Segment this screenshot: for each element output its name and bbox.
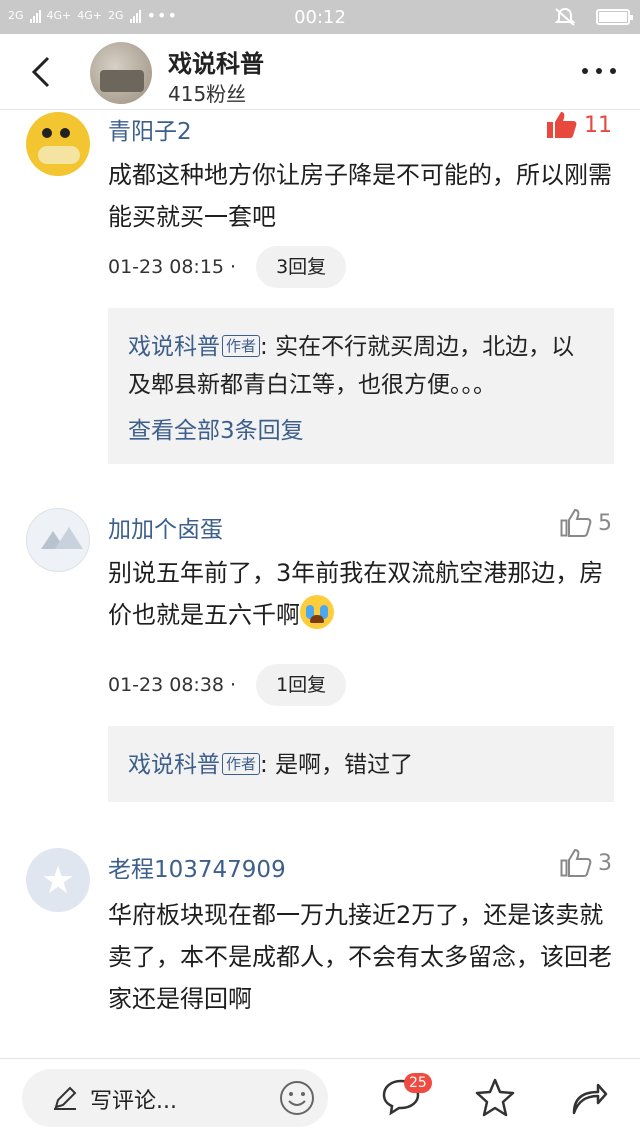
like-button[interactable]: 3	[560, 848, 612, 878]
battery-icon	[596, 9, 633, 25]
user-avatar[interactable]	[26, 508, 90, 572]
author-avatar[interactable]	[90, 42, 152, 104]
reply-author-name[interactable]: 戏说科普	[128, 752, 220, 778]
like-count: 11	[584, 112, 612, 138]
status-bar: 2G 4G+ 4G+ 2G ••• 00:12	[0, 0, 640, 34]
pencil-icon	[54, 1086, 77, 1110]
clock: 00:12	[294, 7, 346, 28]
more-options-icon[interactable]	[582, 68, 616, 74]
view-all-replies-link[interactable]: 查看全部3条回复	[128, 412, 594, 450]
mute-bell-icon	[554, 7, 576, 26]
star-avatar-icon: ★	[40, 858, 76, 902]
write-comment-input[interactable]: 写评论...	[22, 1069, 328, 1127]
write-comment-placeholder: 写评论...	[90, 1089, 177, 1114]
thumbs-up-icon	[560, 848, 592, 877]
reply-author-name[interactable]: 戏说科普	[128, 334, 220, 360]
comment-username[interactable]: 老程103747909	[108, 850, 286, 884]
user-avatar[interactable]: ★	[26, 848, 90, 912]
reply-count-button[interactable]: 1回复	[256, 664, 347, 706]
thumbs-up-icon	[560, 508, 592, 537]
comment-username[interactable]: 加加个卤蛋	[108, 510, 223, 544]
like-count: 5	[598, 510, 612, 536]
article-header: 戏说科普 415粉丝	[0, 34, 640, 110]
like-count: 3	[598, 850, 612, 876]
back-arrow-icon[interactable]	[26, 54, 60, 90]
crying-emoji-icon	[300, 595, 334, 629]
author-name[interactable]: 戏说科普	[168, 44, 264, 79]
comment-text: 华府板块现在都一万九接近2万了，还是该卖就卖了，本不是成都人，不会有太多留念，该…	[108, 901, 612, 1013]
author-tag: 作者	[222, 753, 261, 775]
share-arrow-icon[interactable]	[568, 1077, 610, 1117]
reply-text: : 是啊，错过了	[260, 752, 414, 778]
comment-count-badge: 25	[404, 1073, 432, 1093]
like-button[interactable]: 5	[560, 508, 612, 538]
reply-preview[interactable]: 戏说科普 作者: 是啊，错过了	[108, 726, 614, 802]
comment-username[interactable]: 青阳子2	[108, 112, 192, 146]
emoji-smile-icon[interactable]	[278, 1079, 316, 1117]
thumbs-up-filled-icon	[547, 112, 577, 138]
author-tag: 作者	[222, 335, 261, 357]
comment-text: 成都这种地方你让房子降是不可能的，所以刚需能买就买一套吧	[108, 161, 612, 231]
like-button[interactable]: 11	[546, 110, 612, 140]
comment-time: 01-23 08:38 ·	[108, 674, 237, 696]
comment-text: 别说五年前了，3年前我在双流航空港那边，房价也就是五六千啊	[108, 559, 604, 629]
fan-count: 415粉丝	[168, 82, 247, 106]
bottom-action-bar: 写评论... 25	[0, 1058, 640, 1138]
favorite-star-icon[interactable]	[474, 1077, 516, 1117]
reply-preview[interactable]: 戏说科普 作者: 实在不行就买周边，北边，以及郫县新都青白江等，也很方便。。。 查…	[108, 308, 614, 464]
comment-time: 01-23 08:15 ·	[108, 256, 237, 278]
user-avatar[interactable]	[26, 112, 90, 176]
reply-count-button[interactable]: 3回复	[256, 246, 347, 288]
